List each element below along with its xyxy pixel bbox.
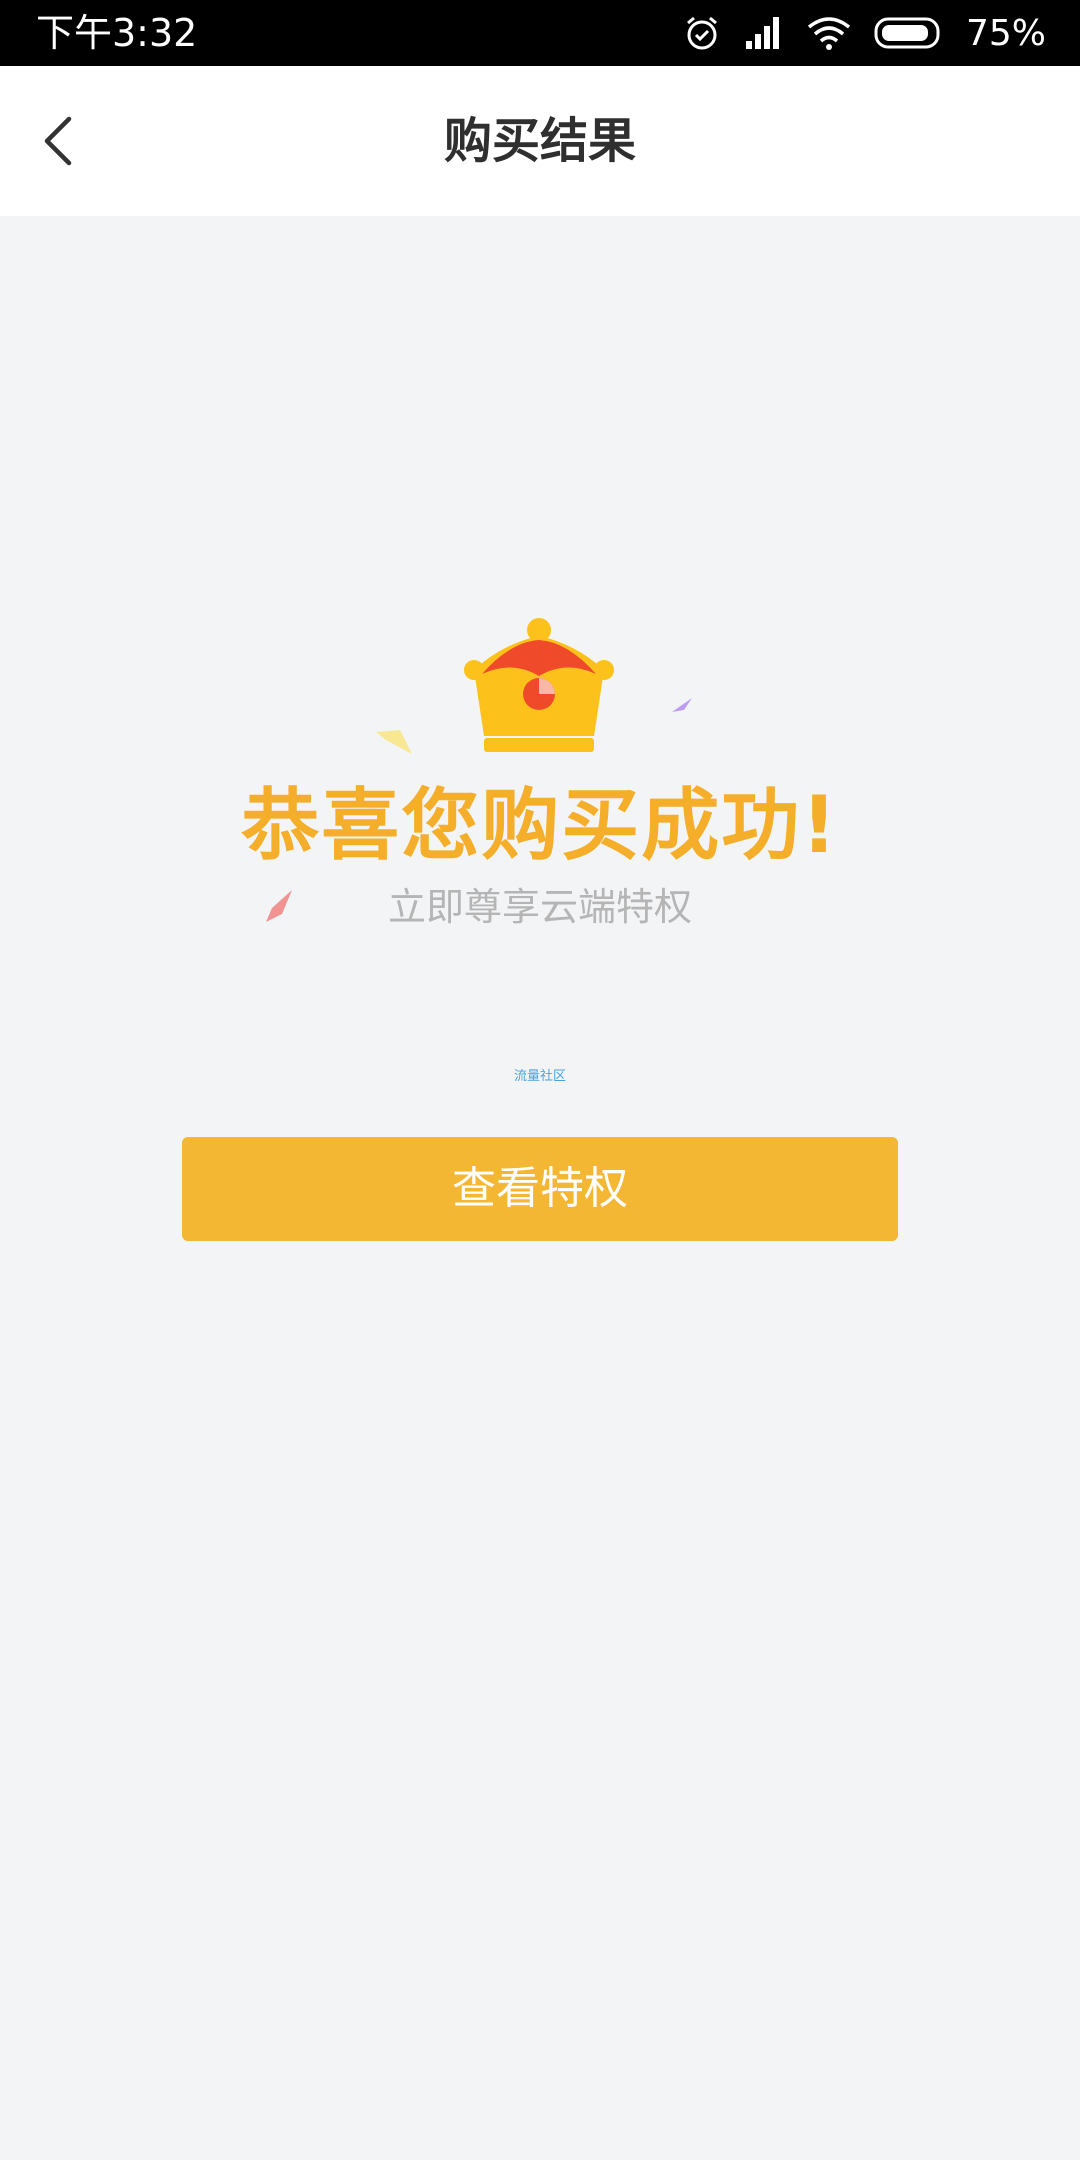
confetti-purple	[672, 698, 692, 712]
status-time: 下午3:32	[36, 11, 198, 55]
status-bar: 下午3:32 75%	[0, 0, 1080, 66]
nav-bar: 购买结果	[0, 66, 1080, 216]
result-content: 恭喜您购买成功! 立即尊享云端特权 流量社区 查看特权	[0, 216, 1080, 2160]
status-icons: 75%	[682, 0, 1046, 66]
battery-icon	[874, 16, 944, 50]
wifi-icon	[806, 15, 852, 51]
view-privileges-button[interactable]: 查看特权	[182, 1137, 898, 1241]
battery-percent: 75%	[965, 12, 1046, 54]
confetti-yellow	[376, 730, 412, 754]
watermark-text: 流量社区	[513, 1069, 566, 1084]
crown-icon	[464, 618, 614, 752]
signal-icon	[744, 15, 784, 51]
alarm-icon	[682, 13, 722, 53]
success-subline: 立即尊享云端特权	[387, 885, 692, 929]
page-title: 购买结果	[443, 113, 636, 169]
success-headline: 恭喜您购买成功!	[241, 781, 839, 871]
